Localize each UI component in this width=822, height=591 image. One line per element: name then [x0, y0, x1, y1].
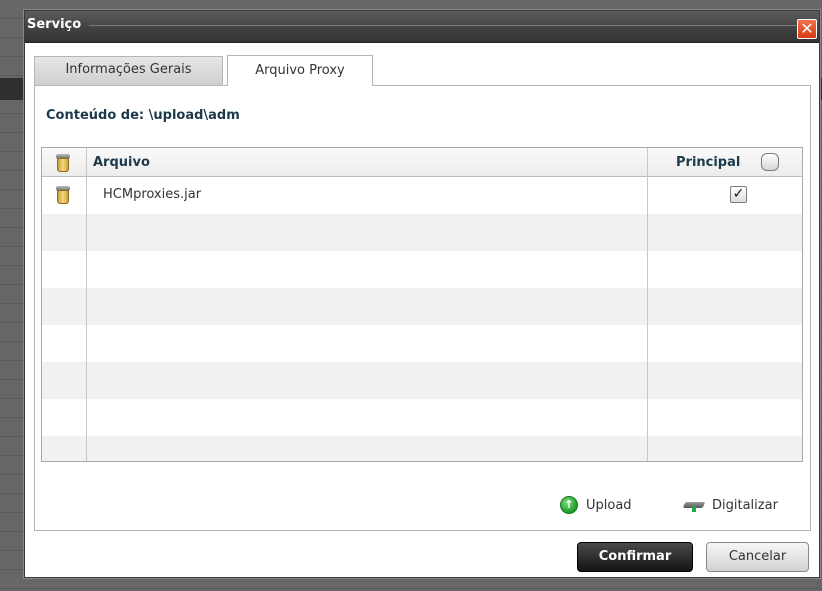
file-actions: ↑ Upload Digitalizar	[35, 494, 810, 516]
content-label-prefix: Conteúdo de:	[46, 108, 145, 123]
trash-icon[interactable]	[56, 154, 70, 172]
empty-row	[42, 362, 802, 399]
empty-row	[42, 214, 802, 251]
upload-label: Upload	[586, 497, 632, 513]
empty-row	[42, 288, 802, 325]
tab-arquivo-proxy[interactable]: Arquivo Proxy	[227, 55, 373, 86]
close-icon[interactable]: ✕	[797, 19, 817, 39]
service-dialog: Serviço ✕ Informações Gerais Arquivo Pro…	[24, 10, 820, 578]
content-path-label: Conteúdo de: \upload\adm	[46, 108, 240, 123]
dialog-titlebar[interactable]: Serviço ✕	[25, 11, 819, 43]
upload-icon: ↑	[560, 496, 578, 514]
empty-row	[42, 251, 802, 288]
content-path: \upload\adm	[148, 108, 240, 123]
cancel-button[interactable]: Cancelar	[706, 542, 809, 572]
titlebar-divider	[89, 25, 809, 26]
column-header-arquivo[interactable]: Arquivo	[93, 155, 150, 170]
tab-informacoes-gerais[interactable]: Informações Gerais	[34, 56, 223, 85]
dialog-title: Serviço	[27, 17, 82, 32]
empty-row	[42, 325, 802, 362]
scanner-icon	[682, 498, 706, 512]
scan-label: Digitalizar	[712, 497, 778, 513]
file-grid: Arquivo Principal HCMproxies.jar ✓	[41, 147, 803, 462]
empty-row	[42, 436, 802, 461]
empty-row	[42, 399, 802, 436]
confirm-button[interactable]: Confirmar	[577, 542, 693, 572]
column-divider	[86, 148, 87, 461]
principal-checkbox[interactable]: ✓	[730, 186, 747, 203]
principal-select-all-checkbox[interactable]	[761, 153, 779, 171]
tab-panel-arquivo-proxy: Conteúdo de: \upload\adm Arquivo Princip…	[34, 85, 811, 531]
column-divider	[647, 148, 648, 461]
scan-button[interactable]: Digitalizar	[682, 494, 778, 516]
trash-icon[interactable]	[56, 186, 70, 204]
file-name-cell: HCMproxies.jar	[103, 187, 202, 202]
upload-button[interactable]: ↑ Upload	[560, 494, 632, 516]
table-row[interactable]: HCMproxies.jar ✓	[42, 177, 802, 214]
grid-header: Arquivo Principal	[42, 148, 802, 177]
column-header-principal[interactable]: Principal	[676, 155, 740, 170]
